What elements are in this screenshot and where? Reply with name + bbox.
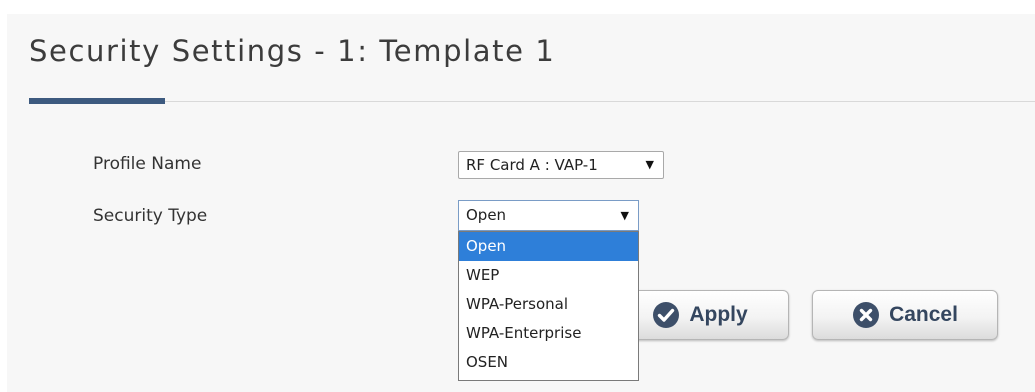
profile-name-label: Profile Name <box>93 154 202 174</box>
close-icon <box>853 302 880 328</box>
option-wep[interactable]: WEP <box>459 261 638 290</box>
apply-button-label: Apply <box>689 303 748 326</box>
page-title: Security Settings - 1: Template 1 <box>29 34 556 68</box>
title-accent-bar <box>29 98 165 104</box>
title-divider <box>29 101 1035 102</box>
cancel-button[interactable]: Cancel <box>812 290 998 340</box>
profile-name-select[interactable]: RF Card A : VAP-1 ▼ <box>458 151 664 179</box>
security-type-dropdown-list: Open WEP WPA-Personal WPA-Enterprise OSE… <box>458 231 639 381</box>
option-open[interactable]: Open <box>459 232 638 261</box>
check-icon <box>653 302 680 328</box>
cancel-button-label: Cancel <box>889 303 958 326</box>
security-type-value: Open <box>466 206 507 224</box>
profile-name-value: RF Card A : VAP-1 <box>466 156 598 174</box>
security-type-select[interactable]: Open ▼ <box>458 200 639 231</box>
option-osen[interactable]: OSEN <box>459 348 638 377</box>
option-wpa-personal[interactable]: WPA-Personal <box>459 290 638 319</box>
security-type-label: Security Type <box>93 206 208 226</box>
caret-down-icon: ▼ <box>645 158 654 171</box>
option-wpa-enterprise[interactable]: WPA-Enterprise <box>459 319 638 348</box>
caret-down-icon: ▼ <box>620 209 629 222</box>
security-settings-panel: Security Settings - 1: Template 1 Profil… <box>7 14 1035 392</box>
